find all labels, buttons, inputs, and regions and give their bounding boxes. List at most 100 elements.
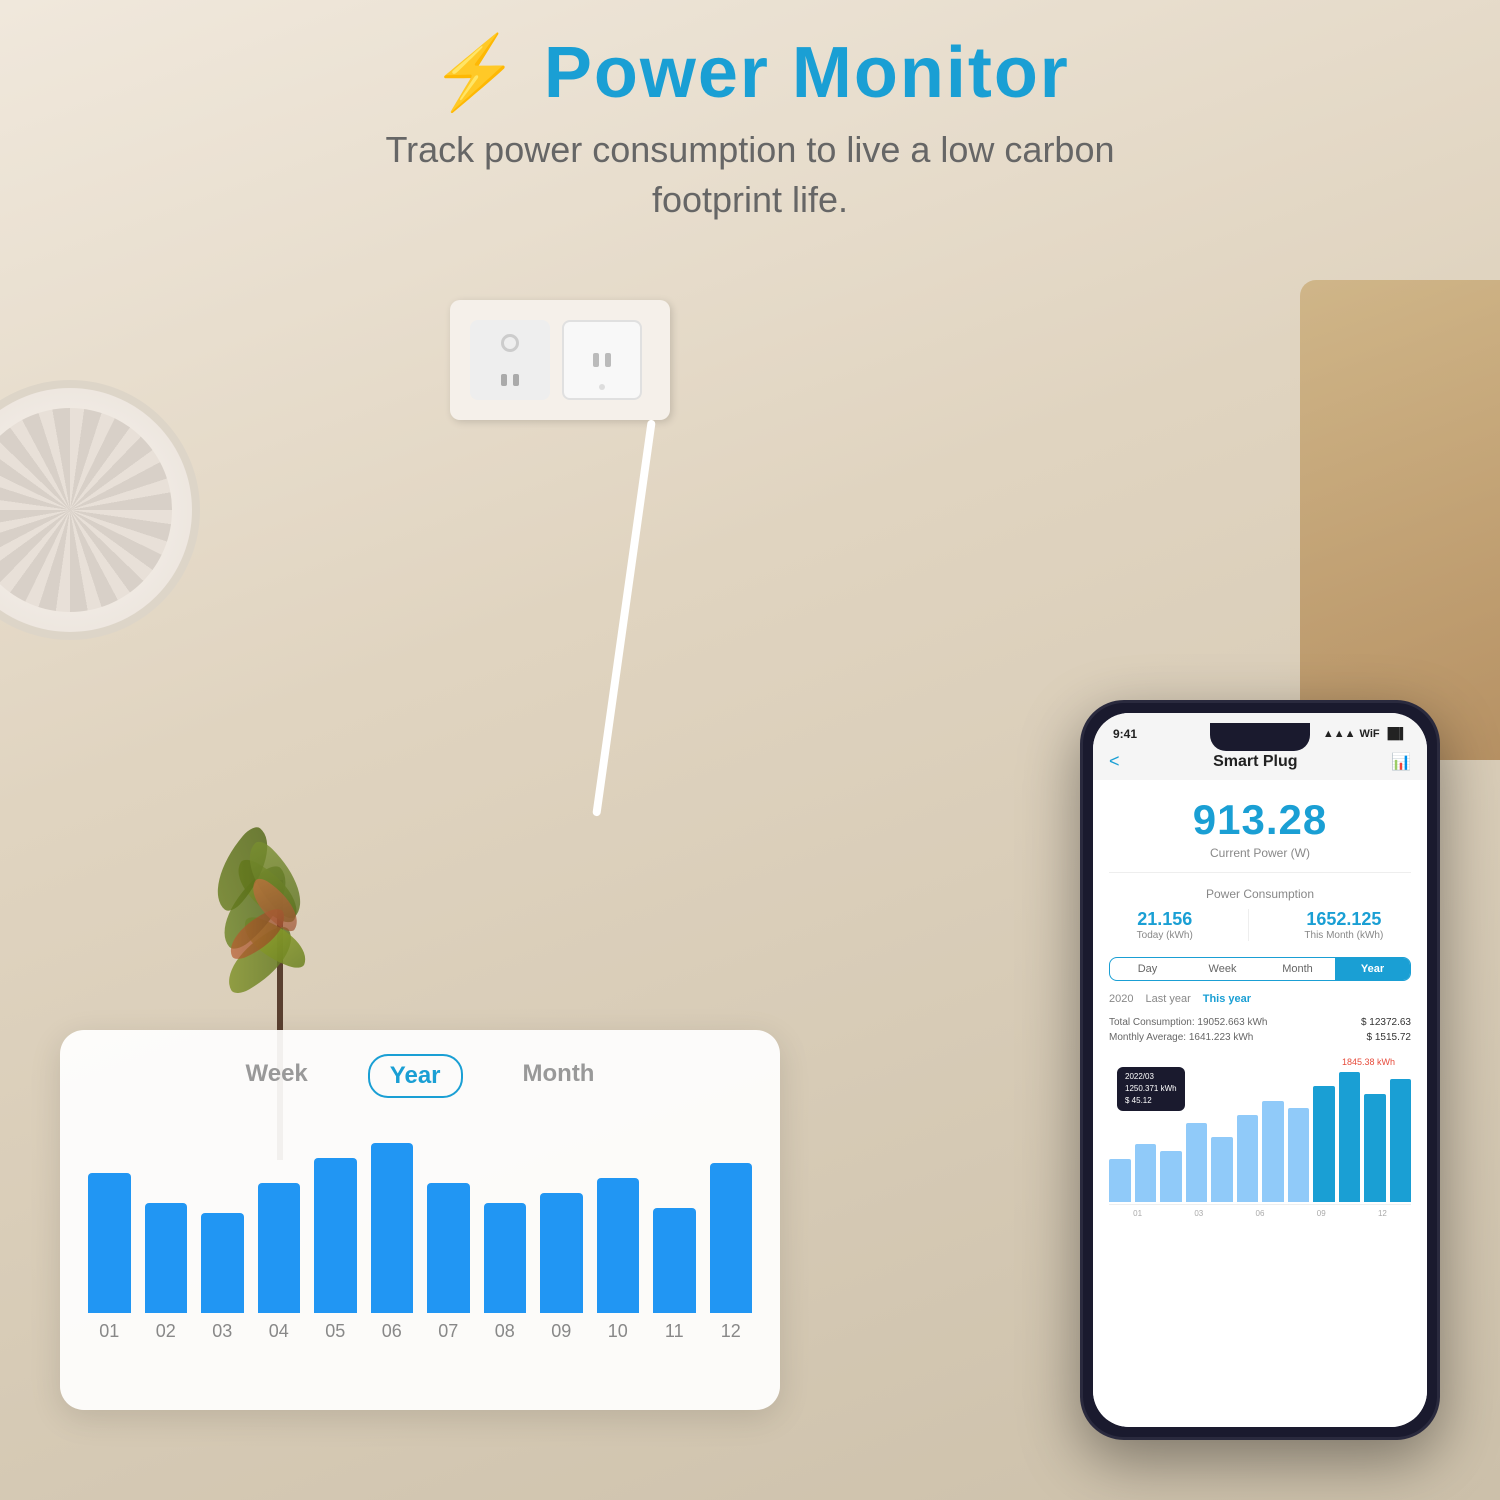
tab-day[interactable]: Day <box>1110 958 1185 980</box>
tab-week[interactable]: Week <box>226 1054 328 1098</box>
lightning-icon: ⚡ <box>430 33 522 113</box>
page-subtitle: Track power consumption to live a low ca… <box>0 125 1500 226</box>
phone-bar-11 <box>1390 1079 1412 1202</box>
phone-bar-labels: 01 03 06 09 12 <box>1109 1209 1411 1218</box>
phone-chart: 1845.38 kWh 01 03 06 09 12 2022/03 1250.… <box>1109 1055 1411 1235</box>
month-label: This Month (kWh) <box>1304 930 1383 941</box>
phone-bar-6 <box>1262 1101 1284 1202</box>
app-header: < Smart Plug 📊 <box>1093 747 1427 780</box>
month-consumption: 1652.125 This Month (kWh) <box>1304 909 1383 941</box>
bar-group: 12 <box>710 1163 753 1342</box>
phone-bar-4 <box>1211 1137 1233 1202</box>
bar-09 <box>540 1193 583 1313</box>
bar-label: 03 <box>212 1321 232 1342</box>
divider-1 <box>1109 872 1411 873</box>
time-tab-group: Day Week Month Year <box>1109 957 1411 981</box>
consumption-row: 21.156 Today (kWh) 1652.125 This Month (… <box>1093 909 1427 949</box>
bar-label: 05 <box>325 1321 345 1342</box>
wifi-icon: WiF <box>1360 728 1380 740</box>
bar-label: 12 <box>721 1321 741 1342</box>
phone-bar-9 <box>1339 1072 1361 1202</box>
chart-button[interactable]: 📊 <box>1391 752 1411 772</box>
bar-11 <box>653 1208 696 1313</box>
bar-group: 03 <box>201 1213 244 1342</box>
tab-week[interactable]: Week <box>1185 958 1260 980</box>
bar-label: 07 <box>438 1321 458 1342</box>
bar-06 <box>371 1143 414 1313</box>
tab-year[interactable]: Year <box>368 1054 463 1098</box>
bar-group: 09 <box>540 1193 583 1342</box>
bar-tooltip: 2022/03 1250.371 kWh $ 45.12 <box>1117 1067 1185 1111</box>
consumption-title: Power Consumption <box>1093 881 1427 909</box>
year-this[interactable]: This year <box>1203 993 1251 1005</box>
status-time: 9:41 <box>1113 727 1137 741</box>
phone-bar-7 <box>1288 1108 1310 1202</box>
bar-group: 01 <box>88 1173 131 1342</box>
phone-bar-2 <box>1160 1151 1182 1202</box>
bar-08 <box>484 1203 527 1313</box>
back-button[interactable]: < <box>1109 751 1120 772</box>
tab-year[interactable]: Year <box>1335 958 1410 980</box>
power-number: 913.28 <box>1093 796 1427 844</box>
bar-label: 08 <box>495 1321 515 1342</box>
bar-chart: 01 02 03 04 05 06 07 08 09 10 11 12 <box>88 1122 752 1342</box>
year-2020[interactable]: 2020 <box>1109 993 1133 1005</box>
phone-mockup: 9:41 ▲▲▲ WiF ▐█▌ < Smart Plug 📊 913.28 C… <box>1080 700 1440 1440</box>
bar-label: 04 <box>269 1321 289 1342</box>
app-title: Smart Plug <box>1213 753 1297 771</box>
bar-04 <box>258 1183 301 1313</box>
page-header: ⚡ Power Monitor Track power consumption … <box>0 30 1500 226</box>
phone-bar-8 <box>1313 1086 1335 1202</box>
phone-bar-1 <box>1135 1144 1157 1202</box>
bar-group: 02 <box>145 1203 188 1342</box>
tab-month[interactable]: Month <box>503 1054 615 1098</box>
headboard-decoration <box>1300 280 1500 760</box>
bar-label: 06 <box>382 1321 402 1342</box>
phone-bar-10 <box>1364 1094 1386 1202</box>
status-icons: ▲▲▲ WiF ▐█▌ <box>1323 728 1407 740</box>
bar-12 <box>710 1163 753 1313</box>
today-value: 21.156 <box>1137 909 1193 930</box>
peak-value: 1845.38 kWh <box>1342 1057 1395 1067</box>
bar-label: 01 <box>99 1321 119 1342</box>
monthly-average-stat: Monthly Average: 1641.223 kWh $ 1515.72 <box>1109 1030 1411 1045</box>
battery-icon: ▐█▌ <box>1384 728 1407 740</box>
bar-group: 05 <box>314 1158 357 1342</box>
bar-group: 07 <box>427 1183 470 1342</box>
tab-month[interactable]: Month <box>1260 958 1335 980</box>
phone-bar-3 <box>1186 1123 1208 1202</box>
wall-outlet <box>450 300 670 420</box>
bar-label: 10 <box>608 1321 628 1342</box>
bar-10 <box>597 1178 640 1313</box>
chart-tab-group: Week Year Month <box>88 1054 752 1098</box>
bar-05 <box>314 1158 357 1313</box>
bar-07 <box>427 1183 470 1313</box>
today-consumption: 21.156 Today (kWh) <box>1137 909 1193 941</box>
bar-03 <box>201 1213 244 1313</box>
bar-group: 04 <box>258 1183 301 1342</box>
phone-notch <box>1210 723 1310 751</box>
chart-card: Week Year Month 01 02 03 04 05 06 07 08 09 10 11 12 <box>60 1030 780 1410</box>
power-unit: Current Power (W) <box>1093 846 1427 860</box>
consumption-divider <box>1248 909 1249 941</box>
bar-group: 08 <box>484 1203 527 1342</box>
bar-label: 11 <box>665 1321 684 1342</box>
page-title: ⚡ Power Monitor <box>0 30 1500 115</box>
bar-label: 02 <box>156 1321 176 1342</box>
phone-bar-0 <box>1109 1159 1131 1202</box>
bar-label: 09 <box>551 1321 571 1342</box>
bar-group: 11 <box>653 1208 696 1342</box>
month-value: 1652.125 <box>1304 909 1383 930</box>
phone-bar-5 <box>1237 1115 1259 1202</box>
power-display: 913.28 Current Power (W) <box>1093 780 1427 864</box>
bar-group: 06 <box>371 1143 414 1342</box>
year-tab-group: 2020 Last year This year <box>1093 989 1427 1011</box>
stats-section: Total Consumption: 19052.663 kWh $ 12372… <box>1093 1011 1427 1049</box>
today-label: Today (kWh) <box>1137 930 1193 941</box>
phone-screen: 9:41 ▲▲▲ WiF ▐█▌ < Smart Plug 📊 913.28 C… <box>1093 713 1427 1427</box>
phone-content: 913.28 Current Power (W) Power Consumpti… <box>1093 780 1427 1427</box>
bar-02 <box>145 1203 188 1313</box>
year-last[interactable]: Last year <box>1145 993 1190 1005</box>
bar-group: 10 <box>597 1178 640 1342</box>
signal-icon: ▲▲▲ <box>1323 728 1356 740</box>
